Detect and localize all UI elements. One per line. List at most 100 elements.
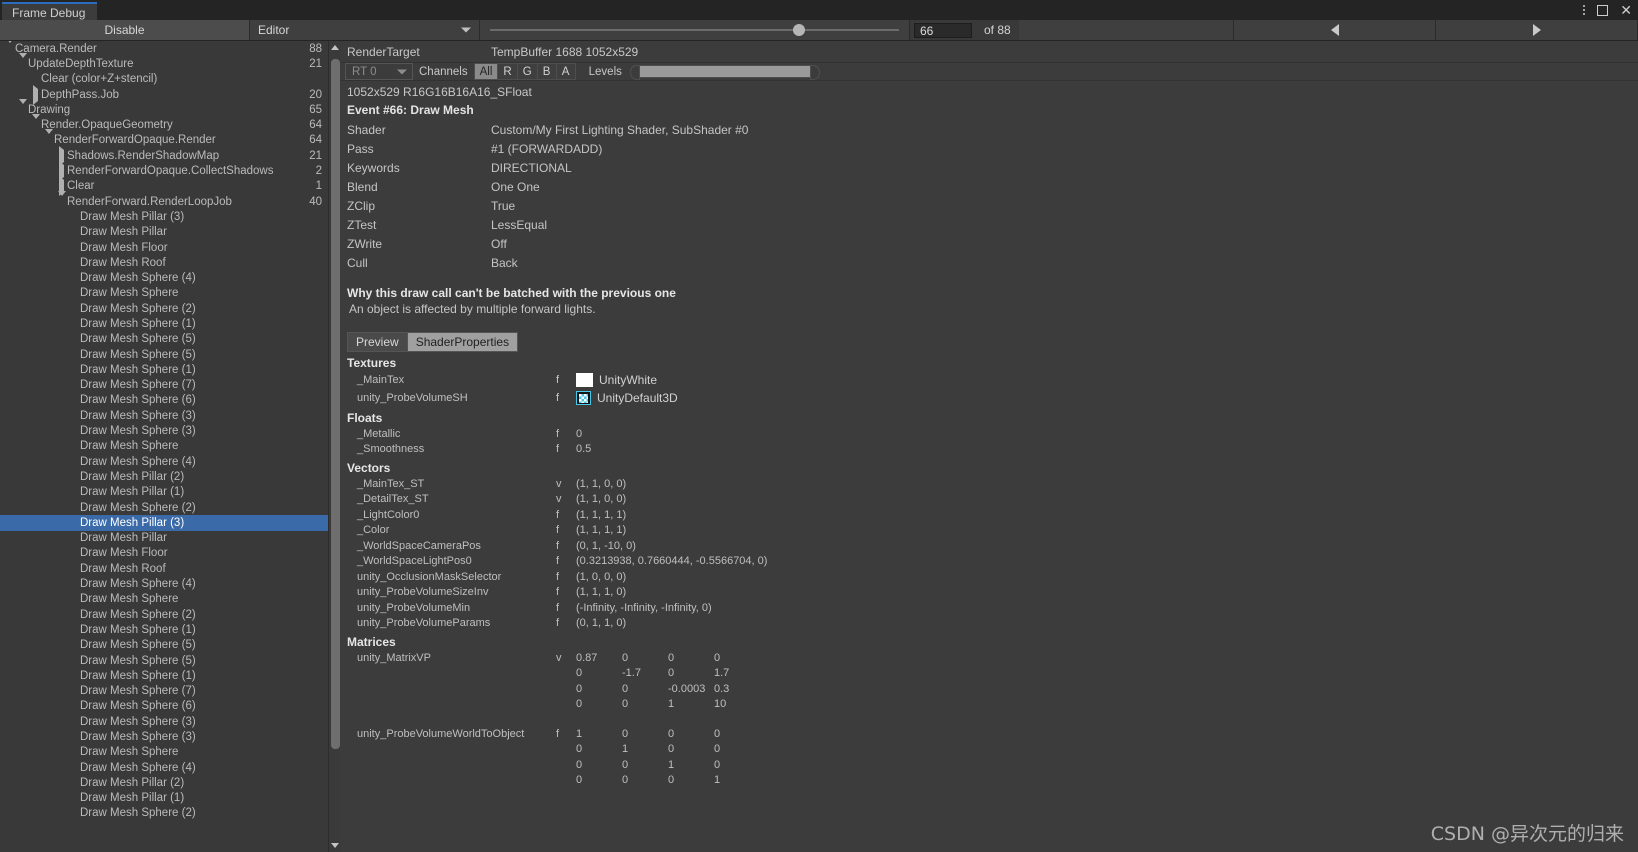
textures-section-title: Textures xyxy=(347,356,397,370)
twisty-collapsed-icon[interactable] xyxy=(56,161,67,182)
tree-row[interactable]: Draw Mesh Sphere xyxy=(0,745,328,760)
channel-button-b[interactable]: B xyxy=(536,63,557,80)
tree-row[interactable]: Draw Mesh Sphere (7) xyxy=(0,683,328,698)
tree-row[interactable]: Draw Mesh Pillar xyxy=(0,225,328,240)
tree-row[interactable]: Draw Mesh Sphere (4) xyxy=(0,454,328,469)
tree-row[interactable]: RenderForward.RenderLoopJob 40 xyxy=(0,190,328,209)
tree-row[interactable]: UpdateDepthTexture 21 xyxy=(0,52,328,71)
tree-row[interactable]: Draw Mesh Sphere (4) xyxy=(0,576,328,591)
tree-row[interactable]: Clear 1 xyxy=(0,176,328,197)
disable-button[interactable]: Disable xyxy=(0,20,250,40)
event-slider-track[interactable] xyxy=(490,24,899,36)
tree-row[interactable]: Draw Mesh Sphere (3) xyxy=(0,729,328,744)
twisty-expanded-icon[interactable] xyxy=(56,190,67,208)
rt-select[interactable]: RT 0 xyxy=(345,63,413,80)
property-value: #1 (FORWARDADD) xyxy=(491,141,603,156)
tree-row[interactable]: Clear (color+Z+stencil) xyxy=(0,72,328,87)
tree-row[interactable]: Draw Mesh Sphere xyxy=(0,592,328,607)
tree-row-count: 64 xyxy=(309,134,322,147)
kebab-menu-icon[interactable] xyxy=(1583,5,1586,15)
tree-row[interactable]: Draw Mesh Sphere (4) xyxy=(0,760,328,775)
tree-row-label: Draw Mesh Sphere (5) xyxy=(80,333,196,346)
tree-row[interactable]: Draw Mesh Sphere (1) xyxy=(0,316,328,331)
tree-row[interactable]: Camera.Render 88 xyxy=(0,41,328,56)
tree-row[interactable]: Draw Mesh Sphere (5) xyxy=(0,653,328,668)
tree-row-selected[interactable]: Draw Mesh Pillar (3) xyxy=(0,515,328,531)
tree-row[interactable]: Draw Mesh Sphere (5) xyxy=(0,347,328,362)
maximize-icon[interactable] xyxy=(1597,4,1609,16)
tree-row[interactable]: Draw Mesh Pillar (2) xyxy=(0,775,328,790)
vector-name: unity_OcclusionMaskSelector xyxy=(357,570,502,583)
tree-row[interactable]: Draw Mesh Sphere (5) xyxy=(0,638,328,653)
tree-row[interactable]: Shadows.RenderShadowMap 21 xyxy=(0,145,328,166)
tree-row[interactable]: Draw Mesh Sphere (5) xyxy=(0,332,328,347)
tab-shaderproperties[interactable]: ShaderProperties xyxy=(406,332,519,352)
tree-row[interactable]: Draw Mesh Sphere (3) xyxy=(0,423,328,438)
frame-debugger-toolbar: Disable Editor 66 of 88 xyxy=(0,20,1638,41)
tree-row[interactable]: Draw Mesh Floor xyxy=(0,546,328,561)
channel-button-a[interactable]: A xyxy=(555,63,576,80)
tree-row[interactable]: Draw Mesh Pillar (1) xyxy=(0,791,328,806)
tree-row[interactable]: Draw Mesh Sphere (7) xyxy=(0,378,328,393)
scroll-down-button[interactable] xyxy=(329,839,341,852)
tree-row[interactable]: Draw Mesh Sphere (2) xyxy=(0,607,328,622)
event-index-input[interactable]: 66 xyxy=(914,23,972,38)
tree-row[interactable]: Draw Mesh Sphere (1) xyxy=(0,362,328,377)
twisty-collapsed-icon[interactable] xyxy=(30,84,41,105)
prev-event-button[interactable] xyxy=(1234,20,1436,40)
event-slider-knob[interactable] xyxy=(792,24,805,36)
channel-button-g[interactable]: G xyxy=(516,63,538,80)
tree-row-label: Draw Mesh Sphere xyxy=(80,746,179,759)
twisty-expanded-icon[interactable] xyxy=(17,52,28,70)
tree-row[interactable]: Draw Mesh Sphere (1) xyxy=(0,668,328,683)
next-event-button[interactable] xyxy=(1436,20,1638,40)
tree-row[interactable]: Draw Mesh Sphere xyxy=(0,286,328,301)
texture-row: unity_ProbeVolumeSH f UnityDefault3D xyxy=(341,389,1638,407)
tree-row[interactable]: Draw Mesh Sphere (6) xyxy=(0,699,328,714)
tree-row[interactable]: Draw Mesh Sphere xyxy=(0,439,328,454)
tree-row-label: Draw Mesh Pillar (3) xyxy=(80,210,185,223)
tree-row-label: Draw Mesh Pillar xyxy=(80,226,167,239)
twisty-collapsed-icon[interactable] xyxy=(56,145,67,166)
tree-row[interactable]: Draw Mesh Floor xyxy=(0,240,328,255)
property-row: Shader Custom/My First Lighting Shader, S… xyxy=(341,120,1638,139)
tree-row[interactable]: Draw Mesh Sphere (3) xyxy=(0,714,328,729)
event-slider[interactable] xyxy=(480,20,910,40)
tree-row[interactable]: Draw Mesh Pillar (2) xyxy=(0,469,328,484)
channel-button-all[interactable]: All xyxy=(473,63,499,80)
tree-row[interactable]: Draw Mesh Pillar xyxy=(0,531,328,546)
tree-row[interactable]: RenderForwardOpaque.Render 64 xyxy=(0,129,328,148)
tree-scrollbar-thumb[interactable] xyxy=(331,59,340,749)
tree-row[interactable]: Draw Mesh Sphere (3) xyxy=(0,408,328,423)
tree-row[interactable]: Draw Mesh Sphere (1) xyxy=(0,622,328,637)
close-icon[interactable]: ✕ xyxy=(1620,3,1632,17)
texture-name: unity_ProbeVolumeSH xyxy=(357,392,468,404)
tree-row[interactable]: Draw Mesh Pillar (3) xyxy=(0,209,328,224)
twisty-expanded-icon[interactable] xyxy=(43,129,54,147)
tree-row[interactable]: Draw Mesh Roof xyxy=(0,561,328,576)
tree-row[interactable]: Draw Mesh Sphere (6) xyxy=(0,393,328,408)
tree-row[interactable]: Draw Mesh Sphere (4) xyxy=(0,270,328,285)
twisty-expanded-icon[interactable] xyxy=(17,98,28,116)
scroll-up-button[interactable] xyxy=(329,41,341,54)
tree-row[interactable]: Draw Mesh Sphere (2) xyxy=(0,806,328,821)
tree-row[interactable]: DepthPass.Job 20 xyxy=(0,84,328,105)
twisty-expanded-icon[interactable] xyxy=(30,114,41,132)
tree-scrollbar[interactable] xyxy=(328,41,341,852)
tree-row[interactable]: Draw Mesh Sphere (2) xyxy=(0,500,328,515)
channel-button-r[interactable]: R xyxy=(497,63,518,80)
target-dropdown[interactable]: Editor xyxy=(250,20,480,40)
levels-slider[interactable] xyxy=(629,65,820,80)
tree-row[interactable]: Drawing 65 xyxy=(0,98,328,117)
event-tree[interactable]: Camera.Render 88 UpdateDepthTexture 21 Clear… xyxy=(0,41,328,852)
twisty-expanded-icon[interactable] xyxy=(4,41,15,55)
tab-frame-debug[interactable]: Frame Debug xyxy=(2,2,98,20)
tree-row[interactable]: RenderForwardOpaque.CollectShadows 2 xyxy=(0,161,328,182)
tree-row[interactable]: Draw Mesh Sphere (2) xyxy=(0,301,328,316)
tree-row-label: Draw Mesh Sphere (1) xyxy=(80,623,196,636)
tree-row[interactable]: Draw Mesh Roof xyxy=(0,255,328,270)
tree-row[interactable]: Draw Mesh Pillar (1) xyxy=(0,485,328,500)
matrix-cell: -1.7 xyxy=(622,667,641,680)
tab-preview[interactable]: Preview xyxy=(347,332,408,352)
event-total-label: of 88 xyxy=(984,23,1011,37)
